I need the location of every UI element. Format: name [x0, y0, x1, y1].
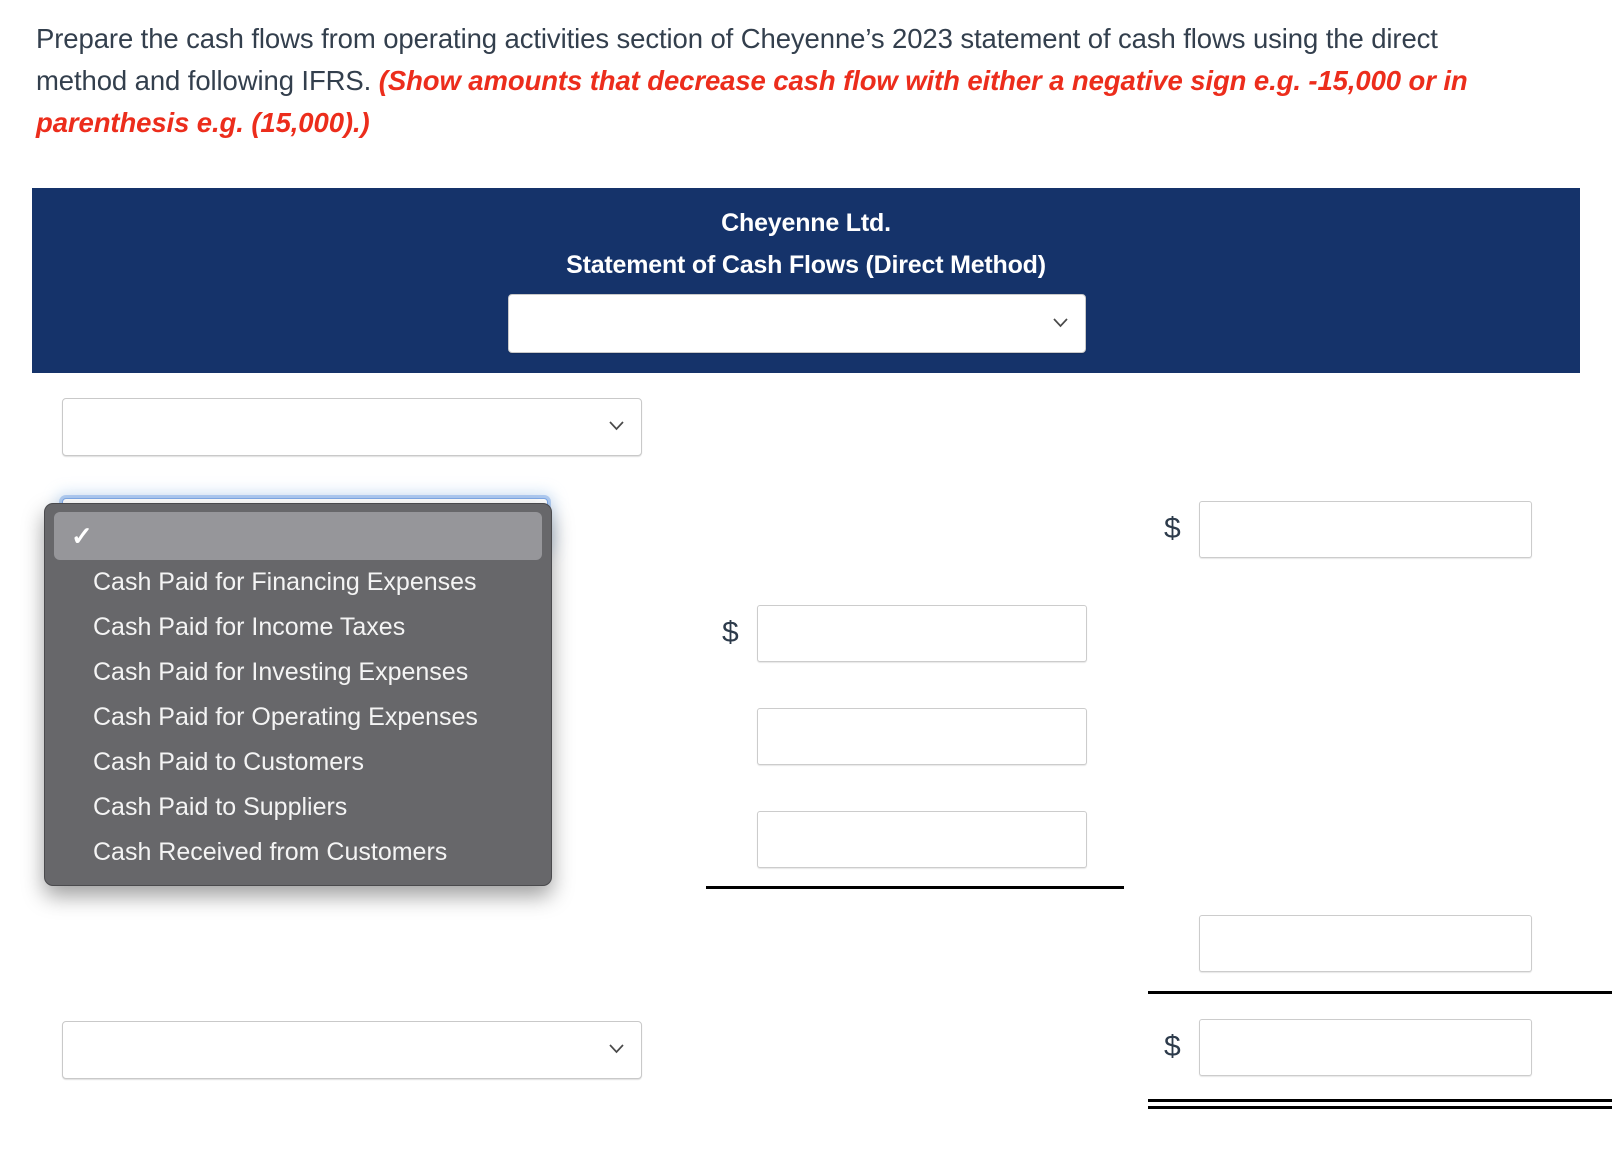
dropdown-option-label: Cash Paid for Investing Expenses — [93, 658, 469, 686]
middle-amount-input-2[interactable] — [757, 708, 1087, 765]
dropdown-option-cash-paid-investing-expenses[interactable]: Cash Paid for Investing Expenses — [45, 650, 551, 695]
right-amount-input-1[interactable] — [1199, 501, 1532, 558]
dropdown-option-label: Cash Paid for Financing Expenses — [93, 568, 477, 596]
line-item-dropdown-menu[interactable]: ✓ Cash Paid for Financing Expenses Cash … — [44, 503, 552, 886]
currency-symbol: $ — [1164, 1030, 1181, 1063]
right-amount-input-2[interactable] — [1199, 915, 1532, 972]
total-double-rule-bottom — [1148, 1106, 1612, 1109]
chevron-down-icon — [608, 1040, 625, 1057]
company-name: Cheyenne Ltd. — [721, 209, 891, 237]
currency-symbol: $ — [1164, 512, 1181, 545]
dropdown-option-label: Cash Paid for Income Taxes — [93, 613, 406, 641]
section-heading-select[interactable] — [62, 398, 642, 456]
right-amount-input-3[interactable] — [1199, 1019, 1532, 1076]
dropdown-option-cash-paid-financing-expenses[interactable]: Cash Paid for Financing Expenses — [45, 560, 551, 605]
bottom-line-item-select[interactable] — [62, 1021, 642, 1079]
dropdown-option-cash-paid-income-taxes[interactable]: Cash Paid for Income Taxes — [45, 605, 551, 650]
dropdown-option-cash-paid-operating-expenses[interactable]: Cash Paid for Operating Expenses — [45, 695, 551, 740]
checkmark-icon: ✓ — [71, 521, 93, 551]
statement-title: Statement of Cash Flows (Direct Method) — [566, 251, 1046, 279]
subtotal-rule-right — [1148, 991, 1612, 994]
currency-symbol: $ — [722, 616, 739, 649]
total-double-rule-top — [1148, 1099, 1612, 1102]
dropdown-option-cash-received-from-customers[interactable]: Cash Received from Customers — [45, 830, 551, 875]
period-select[interactable] — [508, 294, 1086, 353]
dropdown-option-label: Cash Received from Customers — [93, 838, 448, 866]
dropdown-option-cash-paid-to-customers[interactable]: Cash Paid to Customers — [45, 740, 551, 785]
dropdown-option-label: Cash Paid to Customers — [93, 748, 364, 776]
question-prompt: Prepare the cash flows from operating ac… — [36, 18, 1536, 144]
chevron-down-icon — [608, 417, 625, 434]
dropdown-option-label: Cash Paid for Operating Expenses — [93, 703, 478, 731]
dropdown-option-label: Cash Paid to Suppliers — [93, 793, 348, 821]
subtotal-rule-middle — [706, 886, 1124, 889]
dropdown-option-blank[interactable]: ✓ — [54, 512, 542, 560]
dropdown-option-cash-paid-to-suppliers[interactable]: Cash Paid to Suppliers — [45, 785, 551, 830]
middle-amount-input-1[interactable] — [757, 605, 1087, 662]
chevron-down-icon — [1052, 314, 1069, 331]
middle-amount-input-3[interactable] — [757, 811, 1087, 868]
